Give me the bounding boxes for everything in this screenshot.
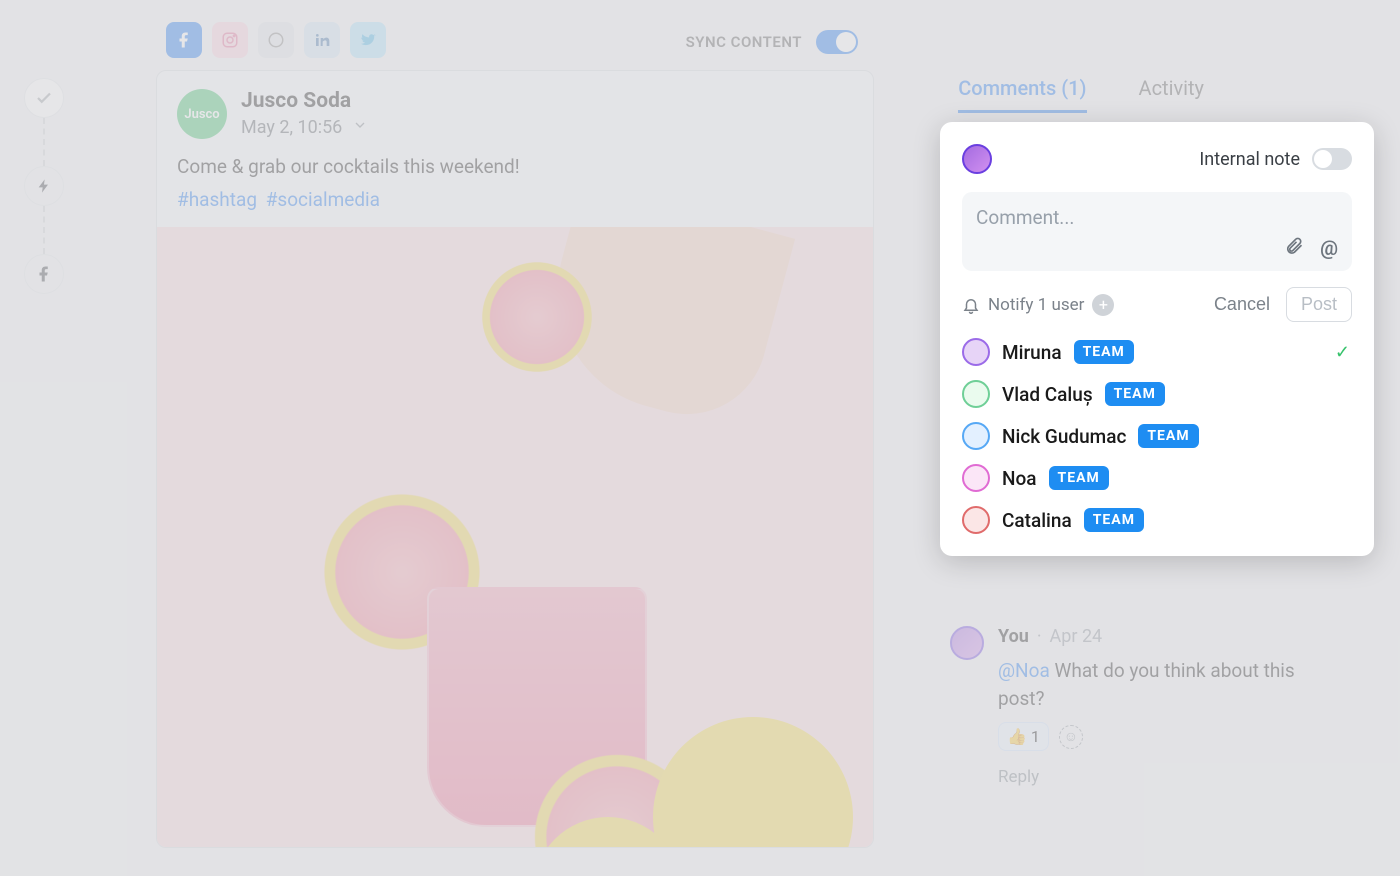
twitter-icon	[359, 31, 377, 49]
google-icon	[267, 31, 285, 49]
sync-content-toggle[interactable]: SYNC CONTENT	[686, 30, 858, 54]
team-badge: TEAM	[1084, 508, 1144, 532]
step-rail	[22, 78, 66, 294]
step-connector	[43, 206, 45, 254]
attach-icon[interactable]	[1284, 236, 1304, 261]
comment-placeholder: Comment...	[976, 206, 1338, 229]
add-reaction-button[interactable]: ☺	[1059, 725, 1083, 749]
reply-button[interactable]: Reply	[998, 767, 1330, 787]
team-badge: TEAM	[1105, 382, 1165, 406]
toggle-on-icon	[816, 30, 858, 54]
add-user-button[interactable]: +	[1092, 294, 1114, 316]
facebook-icon	[175, 31, 193, 49]
user-name: Noa	[1002, 467, 1037, 490]
linkedin-icon	[314, 32, 330, 48]
channel-selector	[166, 22, 386, 58]
team-badge: TEAM	[1049, 466, 1109, 490]
post-date: May 2, 10:56	[241, 117, 342, 138]
post-hashtags[interactable]: #hashtag #socialmedia	[157, 178, 873, 227]
channel-instagram[interactable]	[212, 22, 248, 58]
mention[interactable]: @Noa	[998, 659, 1050, 682]
tab-activity[interactable]: Activity	[1139, 76, 1204, 113]
toggle-off-icon	[1312, 148, 1352, 170]
instagram-icon	[221, 31, 239, 49]
sync-label: SYNC CONTENT	[686, 33, 802, 51]
reaction-count: 1	[1031, 727, 1040, 746]
post-header: Jusco Jusco Soda May 2, 10:56	[157, 71, 873, 145]
post-caption[interactable]: Come & grab our cocktails this weekend!	[157, 145, 873, 178]
chevron-down-icon	[352, 117, 368, 138]
user-row[interactable]: Miruna TEAM ✓	[962, 338, 1352, 366]
post-button[interactable]: Post	[1286, 287, 1352, 322]
user-avatar	[962, 506, 990, 534]
channel-linkedin[interactable]	[304, 22, 340, 58]
post-preview-card: Jusco Jusco Soda May 2, 10:56 Come & gra…	[156, 70, 874, 848]
user-avatar	[962, 380, 990, 408]
reaction-emoji: 👍	[1007, 727, 1027, 746]
notify-users[interactable]: Notify 1 user +	[962, 294, 1114, 316]
mention-icon[interactable]: @	[1320, 236, 1338, 261]
author-avatar: Jusco	[177, 89, 227, 139]
comment-input[interactable]: Comment... @	[962, 192, 1352, 271]
bell-icon	[962, 296, 980, 314]
user-name: Miruna	[1002, 341, 1062, 364]
team-badge: TEAM	[1074, 340, 1134, 364]
user-avatar	[962, 338, 990, 366]
step-facebook[interactable]	[24, 254, 64, 294]
internal-note-toggle[interactable]: Internal note	[1199, 148, 1352, 170]
comment-composer: Internal note Comment... @ Notify 1 user…	[940, 122, 1374, 556]
facebook-icon	[35, 265, 53, 283]
tab-comments[interactable]: Comments (1)	[958, 76, 1086, 113]
comment-thread-item: You · Apr 24 @Noa What do you think abou…	[950, 626, 1330, 787]
step-approve[interactable]	[24, 78, 64, 118]
user-row[interactable]: Vlad Caluș TEAM	[962, 380, 1352, 408]
comment-date: Apr 24	[1050, 626, 1103, 647]
author-name: Jusco Soda	[241, 89, 368, 113]
bolt-icon	[36, 178, 52, 194]
hashtag: #socialmedia	[266, 188, 380, 211]
notify-label: Notify 1 user	[988, 295, 1084, 315]
user-avatar	[962, 422, 990, 450]
comment-avatar	[950, 626, 984, 660]
check-icon: ✓	[1335, 342, 1350, 363]
hashtag: #hashtag	[177, 188, 257, 211]
channel-google[interactable]	[258, 22, 294, 58]
post-date-selector[interactable]: May 2, 10:56	[241, 117, 368, 138]
user-row[interactable]: Catalina TEAM	[962, 506, 1352, 534]
user-name: Catalina	[1002, 509, 1072, 532]
user-row[interactable]: Noa TEAM	[962, 464, 1352, 492]
team-badge: TEAM	[1138, 424, 1198, 448]
sidebar-tabs: Comments (1) Activity	[958, 76, 1204, 113]
post-image[interactable]	[157, 227, 873, 847]
step-boost[interactable]	[24, 166, 64, 206]
check-icon	[35, 89, 53, 107]
reaction-pill[interactable]: 👍 1	[998, 722, 1049, 751]
comment-author: You	[998, 626, 1029, 647]
user-name: Vlad Caluș	[1002, 383, 1093, 406]
channel-twitter[interactable]	[350, 22, 386, 58]
current-user-avatar	[962, 144, 992, 174]
notify-user-list: Miruna TEAM ✓ Vlad Caluș TEAM Nick Gudum…	[962, 338, 1352, 534]
comment-text: @Noa What do you think about this post?	[998, 657, 1330, 712]
comment-sep: ·	[1037, 626, 1042, 647]
channel-facebook[interactable]	[166, 22, 202, 58]
user-row[interactable]: Nick Gudumac TEAM	[962, 422, 1352, 450]
user-avatar	[962, 464, 990, 492]
internal-note-label: Internal note	[1199, 149, 1300, 170]
user-name: Nick Gudumac	[1002, 425, 1126, 448]
step-connector	[43, 118, 45, 166]
cancel-button[interactable]: Cancel	[1214, 294, 1270, 315]
